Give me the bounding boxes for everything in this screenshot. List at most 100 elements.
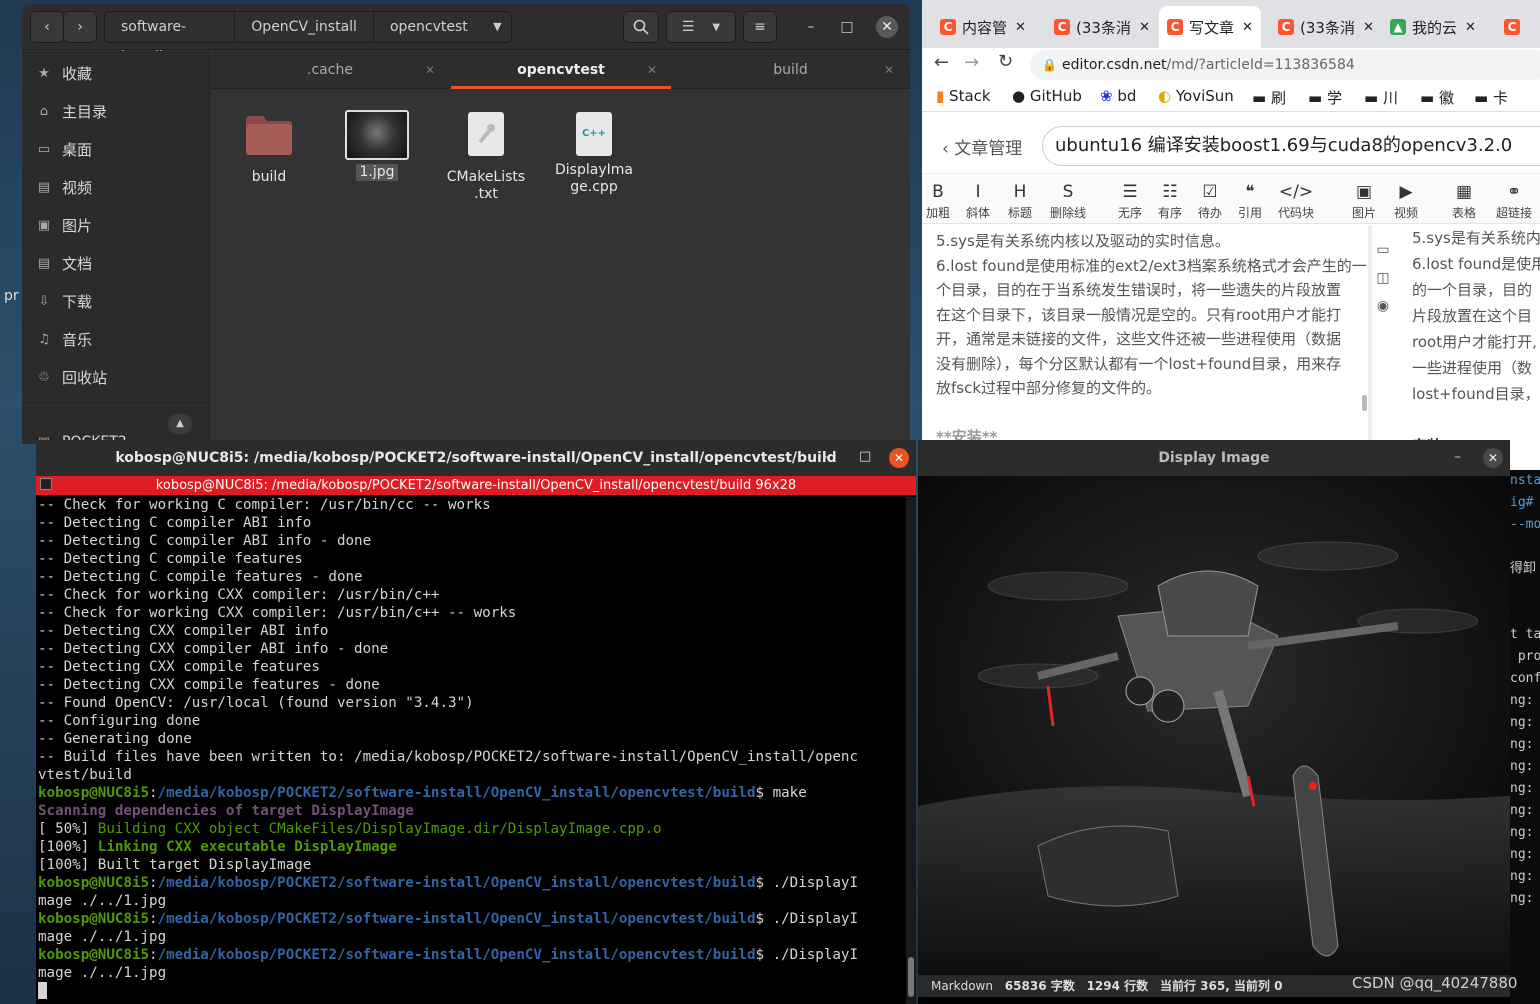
terminal-scrollbar[interactable] <box>906 497 916 1004</box>
terminal-output[interactable]: -- Check for working C compiler: /usr/bi… <box>38 496 904 1000</box>
file-name: build <box>251 169 287 185</box>
close-button[interactable]: ✕ <box>876 16 898 38</box>
sidebar-item[interactable]: ▤ 视频 <box>22 168 210 206</box>
breadcrumb-opencvtest[interactable]: opencvtest <box>374 12 484 42</box>
toolbar-button[interactable]: </> 代码块 <box>1278 180 1314 221</box>
layout-icon[interactable]: ▭ <box>1370 236 1396 264</box>
view-toggle-button[interactable]: ☰ ▼ <box>666 11 736 43</box>
file-manager-header: ‹ › software-install OpenCV_install open… <box>22 4 910 65</box>
toolbar-button[interactable]: H 标题 <box>1008 180 1032 221</box>
terminal-line: [100%] Linking CXX executable DisplayIma… <box>38 838 904 856</box>
terminal-text: [100%] Built target DisplayImage <box>38 857 312 873</box>
bookmark-folder[interactable]: ▬ 徽 <box>1420 87 1454 108</box>
close-tab-icon[interactable]: ✕ <box>1139 20 1150 35</box>
terminal-text: -- Detecting C compile features <box>38 551 303 567</box>
browser-tab[interactable]: C <box>1504 6 1526 48</box>
toolbar-button[interactable]: ⚭ 超链接 <box>1496 180 1532 221</box>
menu-button[interactable]: ≡ <box>743 11 777 43</box>
browser-tab[interactable]: C (33条消 ✕ <box>1278 6 1374 48</box>
bookmark-bd[interactable]: ❀ bd <box>1100 87 1136 105</box>
toolbar-label: 删除线 <box>1050 206 1087 220</box>
breadcrumb-dropdown-icon[interactable]: ▼ <box>484 12 511 42</box>
eye-icon[interactable]: ◉ <box>1370 292 1396 320</box>
search-button[interactable] <box>623 11 659 43</box>
sidebar-item[interactable]: ⇩ 下载 <box>22 282 210 320</box>
forward-arrow-icon[interactable]: → <box>964 52 979 73</box>
toolbar-button[interactable]: ▦ 表格 <box>1452 180 1476 221</box>
bookmark-folder[interactable]: ▬ 川 <box>1364 87 1398 108</box>
url-field[interactable]: 🔒 editor.csdn.net/md/?articleId=11383658… <box>1030 50 1540 80</box>
bookmark-stack[interactable]: ▮ Stack <box>936 87 991 105</box>
minimize-button[interactable]: – <box>1454 449 1461 465</box>
close-tab-icon[interactable]: ✕ <box>884 51 894 89</box>
tab-build[interactable]: build ✕ <box>673 51 908 89</box>
maximize-button[interactable]: □ <box>836 16 858 38</box>
file-item-cmakelists[interactable]: CMakeLists .txt <box>441 110 531 203</box>
split-view-icon[interactable]: ◫ <box>1370 264 1396 292</box>
minimize-button[interactable]: – <box>823 449 830 465</box>
sidebar-item-label: 文档 <box>62 254 93 273</box>
scrollbar-thumb[interactable] <box>908 957 914 997</box>
preview-line: root用户才能打开, <box>1412 333 1537 351</box>
sidebar-item[interactable]: ♲ 回收站 <box>22 358 210 396</box>
terminal-line: -- Found OpenCV: /usr/local (found versi… <box>38 694 904 712</box>
video-icon: ▤ <box>37 179 51 195</box>
file-item-build[interactable]: build <box>224 110 314 186</box>
toolbar-button[interactable]: ❝ 引用 <box>1238 180 1262 221</box>
maximize-button[interactable]: □ <box>859 449 871 464</box>
close-tab-icon[interactable]: ✕ <box>425 51 435 89</box>
editor-scrollbar[interactable] <box>1362 395 1367 411</box>
bookmark-folder[interactable]: ▬ 学 <box>1308 87 1342 108</box>
markdown-editor[interactable]: 5.sys是有关系统内核以及驱动的实时信息。 6.lost found是使用标准的… <box>922 225 1368 470</box>
terminal-text: kobosp@NUC8i5 <box>38 785 150 801</box>
toolbar-button[interactable]: ▣ 图片 <box>1352 180 1376 221</box>
bookmark-yovisun[interactable]: ◐ YoviSun <box>1158 87 1234 105</box>
sidebar-item[interactable]: ▣ 图片 <box>22 206 210 244</box>
toolbar-button[interactable]: ☷ 有序 <box>1158 180 1182 221</box>
close-tab-icon[interactable]: ✕ <box>1242 20 1253 35</box>
reload-icon[interactable]: ↻ <box>998 51 1013 72</box>
toolbar-button[interactable]: I 斜体 <box>966 180 990 221</box>
toolbar-button[interactable]: B 加粗 <box>926 180 950 221</box>
close-tab-icon[interactable]: ✕ <box>1015 20 1026 35</box>
article-title-input[interactable]: ubuntu16 编译安装boost1.69与cuda8的opencv3.2.0 <box>1042 126 1540 166</box>
browser-tab[interactable]: ▲ 我的云 ✕ <box>1390 6 1476 48</box>
close-tab-icon[interactable]: ✕ <box>647 51 657 89</box>
sidebar-item[interactable]: ⌂ 主目录 <box>22 92 210 130</box>
tab-cache[interactable]: .cache ✕ <box>211 51 449 89</box>
close-button[interactable]: ✕ <box>889 448 909 468</box>
close-button[interactable]: ✕ <box>1483 448 1503 468</box>
terminal-line: mage ./../1.jpg <box>38 892 904 910</box>
toolbar-icon: ▦ <box>1455 182 1473 202</box>
bookmark-folder[interactable]: ▬ 刷 <box>1252 87 1286 108</box>
file-item-displayimage-cpp[interactable]: C++ DisplayIma ge.cpp <box>549 110 639 196</box>
browser-tab-active[interactable]: C 写文章 ✕ <box>1159 6 1261 48</box>
browser-tab[interactable]: C (33条消 ✕ <box>1054 6 1150 48</box>
sidebar-item[interactable]: ♫ 音乐 <box>22 320 210 358</box>
toolbar-button[interactable]: ☰ 无序 <box>1118 180 1142 221</box>
sidebar-item[interactable]: ★ 收藏 <box>22 54 210 92</box>
file-item-1-jpg[interactable]: 1.jpg <box>332 110 422 181</box>
forward-button[interactable]: › <box>63 11 97 43</box>
breadcrumb-software-install[interactable]: software-install <box>105 12 236 65</box>
back-button[interactable]: ‹ <box>30 11 64 43</box>
tab-opencvtest[interactable]: opencvtest ✕ <box>451 51 671 89</box>
back-to-articles-link[interactable]: ‹ 文章管理 <box>942 134 1022 159</box>
sidebar-item[interactable]: ▤ 文档 <box>22 244 210 282</box>
bookmark-github[interactable]: ● GitHub <box>1012 87 1082 105</box>
close-tab-icon[interactable]: ✕ <box>1363 20 1374 35</box>
browser-tab[interactable]: C 内容管 ✕ <box>940 6 1026 48</box>
breadcrumb-opencv-install[interactable]: OpenCV_install <box>235 12 374 42</box>
toolbar-button[interactable]: S 删除线 <box>1050 180 1086 221</box>
toolbar-button[interactable]: ☑ 待办 <box>1198 180 1222 221</box>
browser-window: C 内容管 ✕ C (33条消 ✕ C 写文章 ✕ C (33条消 ✕ ▲ 我的云 ✕ C ← → … <box>922 0 1540 470</box>
home-icon: ⌂ <box>39 103 49 119</box>
eject-button[interactable]: ▲ <box>168 414 192 434</box>
back-arrow-icon[interactable]: ← <box>934 52 949 73</box>
sidebar-item-label: 桌面 <box>62 140 93 159</box>
minimize-button[interactable]: – <box>800 16 822 38</box>
toolbar-button[interactable]: ▶ 视频 <box>1394 180 1418 221</box>
close-tab-icon[interactable]: ✕ <box>1465 20 1476 35</box>
sidebar-item[interactable]: ▭ 桌面 <box>22 130 210 168</box>
bookmark-folder[interactable]: ▬ 卡 <box>1474 87 1508 108</box>
